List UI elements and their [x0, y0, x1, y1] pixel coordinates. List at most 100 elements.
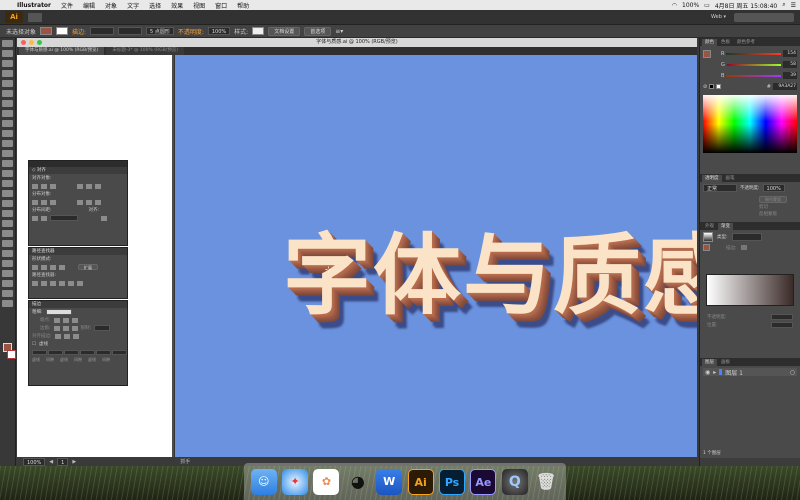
blue-value[interactable]: 39 [783, 72, 797, 79]
variable-width-select[interactable] [118, 27, 143, 35]
color-spectrum[interactable] [703, 95, 797, 153]
stroke-panel-tab[interactable]: 描边 [29, 301, 127, 308]
menu-effect[interactable]: 效果 [166, 1, 188, 10]
distribute-hcenter-icon[interactable] [86, 199, 92, 205]
align-left-icon[interactable] [32, 183, 38, 189]
photos-icon[interactable]: ✿ [313, 468, 340, 495]
gradient-slider-preview[interactable] [706, 274, 794, 306]
dash-1-input[interactable] [32, 349, 47, 355]
close-window-icon[interactable] [21, 40, 26, 45]
hex-value[interactable]: 9A3A27 [773, 83, 797, 90]
headline-3d-text[interactable]: 字体与质感 [283, 205, 697, 332]
gradient-opacity-field[interactable] [771, 314, 793, 320]
blue-slider[interactable] [726, 74, 781, 77]
layer-name[interactable]: 图层 1 [725, 368, 743, 377]
projecting-cap-icon[interactable] [71, 317, 78, 323]
zoom-tool-icon[interactable] [2, 300, 13, 307]
qq-icon[interactable]: ◕ [345, 469, 371, 495]
workspace-switcher[interactable]: Web ▾ [711, 14, 726, 20]
gradient-tool-icon[interactable] [2, 220, 13, 227]
menu-select[interactable]: 选择 [144, 1, 166, 10]
stroke-swatch[interactable] [56, 27, 69, 35]
wifi-icon[interactable]: ◠ [672, 2, 677, 9]
dashed-line-checkbox[interactable]: ☐ [32, 342, 36, 347]
distribute-vspace-icon[interactable] [32, 215, 38, 221]
outline-icon[interactable] [68, 280, 74, 286]
artboard-next-icon[interactable]: ▶ [72, 459, 76, 465]
paintbrush-tool-icon[interactable] [2, 120, 13, 127]
gap-1-input[interactable] [48, 349, 63, 355]
shape-builder-tool-icon[interactable] [2, 190, 13, 197]
width-tool-icon[interactable] [2, 170, 13, 177]
selection-tool-icon[interactable] [2, 40, 13, 47]
butt-cap-icon[interactable] [53, 317, 60, 323]
tab-gradient[interactable]: 渐变 [718, 223, 733, 230]
align-outside-stroke-icon[interactable] [72, 333, 79, 339]
menu-window[interactable]: 窗口 [210, 1, 232, 10]
menu-help[interactable]: 帮助 [232, 1, 254, 10]
align-vcenter-icon[interactable] [86, 183, 92, 189]
zoom-window-icon[interactable] [37, 40, 42, 45]
notification-center-icon[interactable]: ☰ [791, 2, 796, 9]
magic-wand-tool-icon[interactable] [2, 60, 13, 67]
tab-untitled-3[interactable]: 未标题-3* @ 100% (RGB/预览) [106, 47, 184, 55]
align-panel-tab[interactable]: ◇ 对齐 [29, 167, 127, 174]
bevel-join-icon[interactable] [71, 325, 78, 331]
red-value[interactable]: 154 [783, 50, 797, 57]
tab-artboards[interactable]: 画板 [718, 359, 733, 366]
artboard[interactable]: 字体与质感 ⊹ [174, 55, 697, 457]
spotlight-icon[interactable]: ⌕ [782, 1, 785, 9]
trim-icon[interactable] [41, 280, 47, 286]
pencil-tool-icon[interactable] [2, 130, 13, 137]
battery-icon[interactable]: ▭ [704, 2, 710, 9]
rotate-tool-icon[interactable] [2, 150, 13, 157]
perspective-grid-tool-icon[interactable] [2, 200, 13, 207]
dash-2-input[interactable] [64, 349, 79, 355]
stroke-weight-input[interactable] [45, 309, 72, 315]
distribute-bottom-icon[interactable] [50, 199, 56, 205]
artboard-tool-icon[interactable] [2, 270, 13, 277]
after-effects-dock-icon[interactable]: Ae [470, 468, 497, 495]
hand-tool-icon[interactable] [2, 290, 13, 297]
distribute-top-icon[interactable] [32, 199, 38, 205]
tab-color[interactable]: 颜色 [702, 39, 717, 46]
fill-swatch[interactable] [40, 27, 53, 35]
quicktime-icon[interactable]: Q [501, 468, 528, 495]
brush-select[interactable]: 5 点圆形 [146, 27, 174, 35]
menu-edit[interactable]: 编辑 [78, 1, 100, 10]
crop-icon[interactable] [59, 280, 65, 286]
red-slider[interactable] [726, 52, 781, 55]
align-top-icon[interactable] [77, 183, 83, 189]
artboard-number-field[interactable]: 1 [57, 457, 69, 466]
menu-object[interactable]: 对象 [100, 1, 122, 10]
tab-transparency[interactable]: 透明度 [702, 175, 722, 182]
preferences-button[interactable]: 首选项 [304, 26, 332, 36]
menu-illustrator[interactable]: Illustrator [12, 2, 56, 9]
layer-row[interactable]: ◉ ▸ 图层 1 ○ [703, 368, 797, 377]
line-tool-icon[interactable] [2, 100, 13, 107]
gradient-location-field[interactable] [771, 322, 793, 328]
minus-front-icon[interactable] [41, 264, 47, 270]
tab-color-guide[interactable]: 颜色参考 [734, 39, 758, 46]
pen-tool-icon[interactable] [2, 70, 13, 77]
pathfinder-panel-tab[interactable]: 路径查找器 [29, 248, 127, 255]
trash-icon[interactable]: 🗑 [533, 469, 559, 495]
distribute-hspace-icon[interactable] [41, 215, 47, 221]
opacity-label[interactable]: 不透明度: [178, 27, 204, 36]
miter-limit-input[interactable] [94, 325, 111, 331]
blend-tool-icon[interactable] [2, 240, 13, 247]
tab-appearance[interactable]: 外观 [702, 223, 717, 230]
menu-file[interactable]: 文件 [56, 1, 78, 10]
merge-icon[interactable] [50, 280, 56, 286]
white-swatch[interactable] [716, 84, 722, 89]
stroke-color-chip[interactable] [7, 350, 16, 359]
arrange-documents-button[interactable] [28, 12, 42, 22]
align-inside-stroke-icon[interactable] [63, 333, 70, 339]
gradient-fill-chip[interactable] [703, 244, 710, 251]
make-mask-button[interactable]: 制作蒙版 [759, 196, 787, 203]
round-cap-icon[interactable] [62, 317, 69, 323]
help-search-input[interactable] [734, 12, 794, 22]
document-setup-button[interactable]: 文档设置 [268, 26, 301, 36]
safari-icon[interactable]: ✦ [282, 468, 309, 495]
expand-button[interactable]: 扩展 [78, 264, 98, 270]
